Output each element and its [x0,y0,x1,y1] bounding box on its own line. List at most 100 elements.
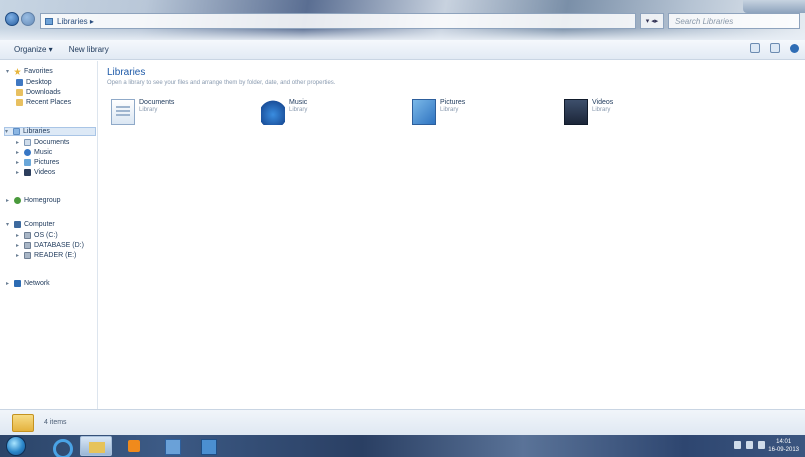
nav-libraries[interactable]: ▾ Libraries [4,127,96,136]
tile-type: Library [440,107,459,113]
nav-favorites[interactable]: ▾ Favorites [6,68,53,75]
hard-drive-icon [24,232,31,239]
network-tray-icon[interactable] [746,441,753,449]
tile-name: Pictures [440,99,466,106]
downloads-icon [16,89,23,96]
nav-drive-c-label: OS (C:) [34,232,58,239]
nav-drive-d[interactable]: ▸ DATABASE (D:) [16,242,84,249]
library-tile-pictures[interactable]: Pictures Library [412,99,465,125]
volume-tray-icon[interactable] [758,441,765,449]
nav-downloads[interactable]: Downloads [16,89,61,96]
taskbar-app-icon[interactable] [192,436,224,456]
organize-button[interactable]: Organize ▾ [14,45,53,54]
pictures-icon [24,159,31,166]
tile-type: Library [592,107,611,113]
library-tile-music[interactable]: Music Library [261,99,307,125]
libraries-icon [45,17,53,25]
clock-time: 14:01 [776,439,792,445]
tile-name: Documents [139,99,175,106]
taskbar: 14:01 16-09-2013 [0,435,805,457]
start-button[interactable] [6,436,26,456]
new-library-button[interactable]: New library [69,45,109,54]
collapse-arrow-icon[interactable]: ▸ [16,149,21,156]
nav-network-label: Network [24,280,50,287]
item-count: 4 items [44,419,67,426]
expand-arrow-icon[interactable]: ▾ [5,128,10,135]
taskbar-app-icon[interactable] [156,436,188,456]
nav-homegroup-label: Homegroup [24,197,61,204]
page-subtitle: Open a library to see your files and arr… [107,80,336,86]
nav-favorites-label: Favorites [24,68,53,75]
search-input[interactable]: Search Libraries [668,13,800,29]
window-controls[interactable] [743,0,805,13]
nav-drive-d-label: DATABASE (D:) [34,242,84,249]
collapse-arrow-icon[interactable]: ▸ [16,252,21,259]
collapse-arrow-icon[interactable]: ▸ [16,242,21,249]
details-pane: 4 items [0,409,805,435]
nav-documents-label: Documents [34,139,70,146]
window-titlebar: Libraries ▸ ▾ ◂▸ Search Libraries [0,0,805,40]
nav-documents[interactable]: ▸ Documents [16,139,69,146]
navigation-pane: ▾ Favorites Desktop Downloads Recent Pla… [0,61,98,409]
taskbar-internet-explorer-icon[interactable] [44,436,76,457]
videos-library-icon [564,99,588,125]
nav-drive-c[interactable]: ▸ OS (C:) [16,232,58,239]
network-icon [14,280,21,287]
desktop-icon [16,79,23,86]
nav-homegroup[interactable]: ▸ Homegroup [6,197,61,204]
hard-drive-icon [24,242,31,249]
music-library-icon [261,99,285,125]
content-pane: Libraries Open a library to see your fil… [99,61,805,409]
libraries-icon [13,128,20,135]
address-bar[interactable]: Libraries ▸ [40,13,636,29]
back-button[interactable] [5,12,19,26]
nav-computer[interactable]: ▾ Computer [6,221,55,228]
videos-icon [24,169,31,176]
tray-arrow-icon[interactable] [734,441,741,449]
preview-pane-icon[interactable] [770,43,780,53]
nav-videos-label: Videos [34,169,56,176]
documents-icon [24,139,31,146]
recent-places-icon [16,99,23,106]
nav-desktop[interactable]: Desktop [16,79,52,86]
expand-arrow-icon[interactable]: ▾ [6,221,11,228]
library-tile-documents[interactable]: Documents Library [111,99,174,125]
clock[interactable]: 14:01 16-09-2013 [768,438,799,454]
collapse-arrow-icon[interactable]: ▸ [16,232,21,239]
system-tray[interactable] [734,441,765,449]
music-icon [24,149,31,156]
nav-music-label: Music [34,149,53,156]
collapse-arrow-icon[interactable]: ▸ [16,159,21,166]
pictures-library-icon [412,99,436,125]
nav-videos[interactable]: ▸ Videos [16,169,55,176]
collapse-arrow-icon[interactable]: ▸ [16,169,21,176]
forward-button[interactable] [21,12,35,26]
collapse-arrow-icon[interactable]: ▸ [16,139,21,146]
collapse-arrow-icon[interactable]: ▸ [6,280,11,287]
nav-desktop-label: Desktop [26,79,52,86]
taskbar-media-player-icon[interactable] [118,436,150,456]
tile-type: Library [289,107,308,113]
favorites-star-icon [14,68,21,75]
nav-recent-places[interactable]: Recent Places [16,99,71,106]
nav-pictures-label: Pictures [34,159,60,166]
nav-recent-places-label: Recent Places [26,99,72,106]
library-tile-videos[interactable]: Videos Library [564,99,613,125]
nav-music[interactable]: ▸ Music [16,149,52,156]
collapse-arrow-icon[interactable]: ▸ [6,197,11,204]
computer-icon [14,221,21,228]
expand-arrow-icon[interactable]: ▾ [6,68,11,75]
nav-computer-label: Computer [24,221,55,228]
change-view-icon[interactable] [750,43,760,53]
tile-name: Music [289,99,308,106]
nav-pictures[interactable]: ▸ Pictures [16,159,59,166]
help-icon[interactable] [790,43,799,53]
page-title: Libraries [107,67,146,78]
nav-drive-e[interactable]: ▸ READER (E:) [16,252,76,259]
taskbar-explorer-icon[interactable] [80,436,112,456]
nav-libraries-label: Libraries [23,128,50,135]
refresh-button[interactable]: ▾ ◂▸ [640,13,664,29]
nav-drive-e-label: READER (E:) [34,252,77,259]
nav-network[interactable]: ▸ Network [6,280,50,287]
address-path[interactable]: Libraries ▸ [57,17,94,26]
